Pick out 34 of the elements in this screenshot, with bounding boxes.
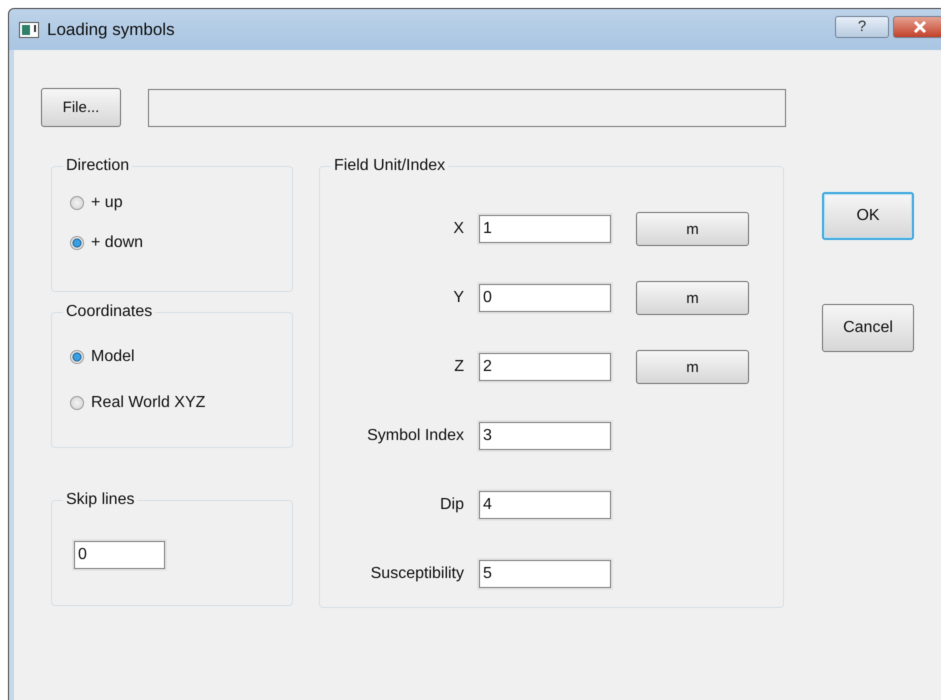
close-button[interactable] — [893, 16, 941, 38]
input-field[interactable]: 2 — [479, 353, 611, 381]
input-field[interactable]: 1 — [479, 215, 611, 243]
radio-button[interactable] — [70, 196, 84, 210]
file-button[interactable]: File... — [41, 88, 121, 127]
field-label: X — [452, 220, 464, 238]
group-label: Skip lines — [63, 490, 138, 510]
field-label: Symbol Index — [366, 427, 464, 445]
input-field[interactable]: 5 — [479, 560, 611, 588]
unit-button[interactable]: m — [636, 281, 749, 315]
radio-button[interactable] — [70, 396, 84, 410]
field-label: Y — [452, 289, 464, 307]
unit-button[interactable]: m — [636, 350, 749, 384]
input-field[interactable]: 4 — [479, 491, 611, 519]
unit-button[interactable]: m — [636, 212, 749, 246]
radio-label[interactable]: + down — [91, 234, 144, 252]
field-label: Susceptibility — [370, 565, 464, 583]
input-field[interactable]: 0 — [74, 541, 165, 569]
radio-label[interactable]: + up — [91, 194, 123, 212]
window-title: Loading symbols — [47, 20, 175, 40]
radio-button[interactable] — [70, 350, 84, 364]
input-field[interactable]: 3 — [479, 422, 611, 450]
dialog-button[interactable]: OK — [822, 192, 914, 240]
radio-button[interactable] — [70, 236, 84, 250]
app-icon — [19, 22, 39, 38]
radio-label[interactable]: Model — [91, 348, 135, 366]
file-path-field[interactable] — [148, 88, 786, 126]
field-label: Z — [453, 358, 464, 376]
dialog-button[interactable]: Cancel — [822, 304, 914, 352]
field-label: Dip — [438, 496, 464, 514]
input-field[interactable]: 0 — [479, 284, 611, 312]
close-icon — [913, 20, 927, 32]
help-button[interactable]: ? — [835, 16, 889, 38]
radio-label[interactable]: Real World XYZ — [91, 394, 206, 412]
